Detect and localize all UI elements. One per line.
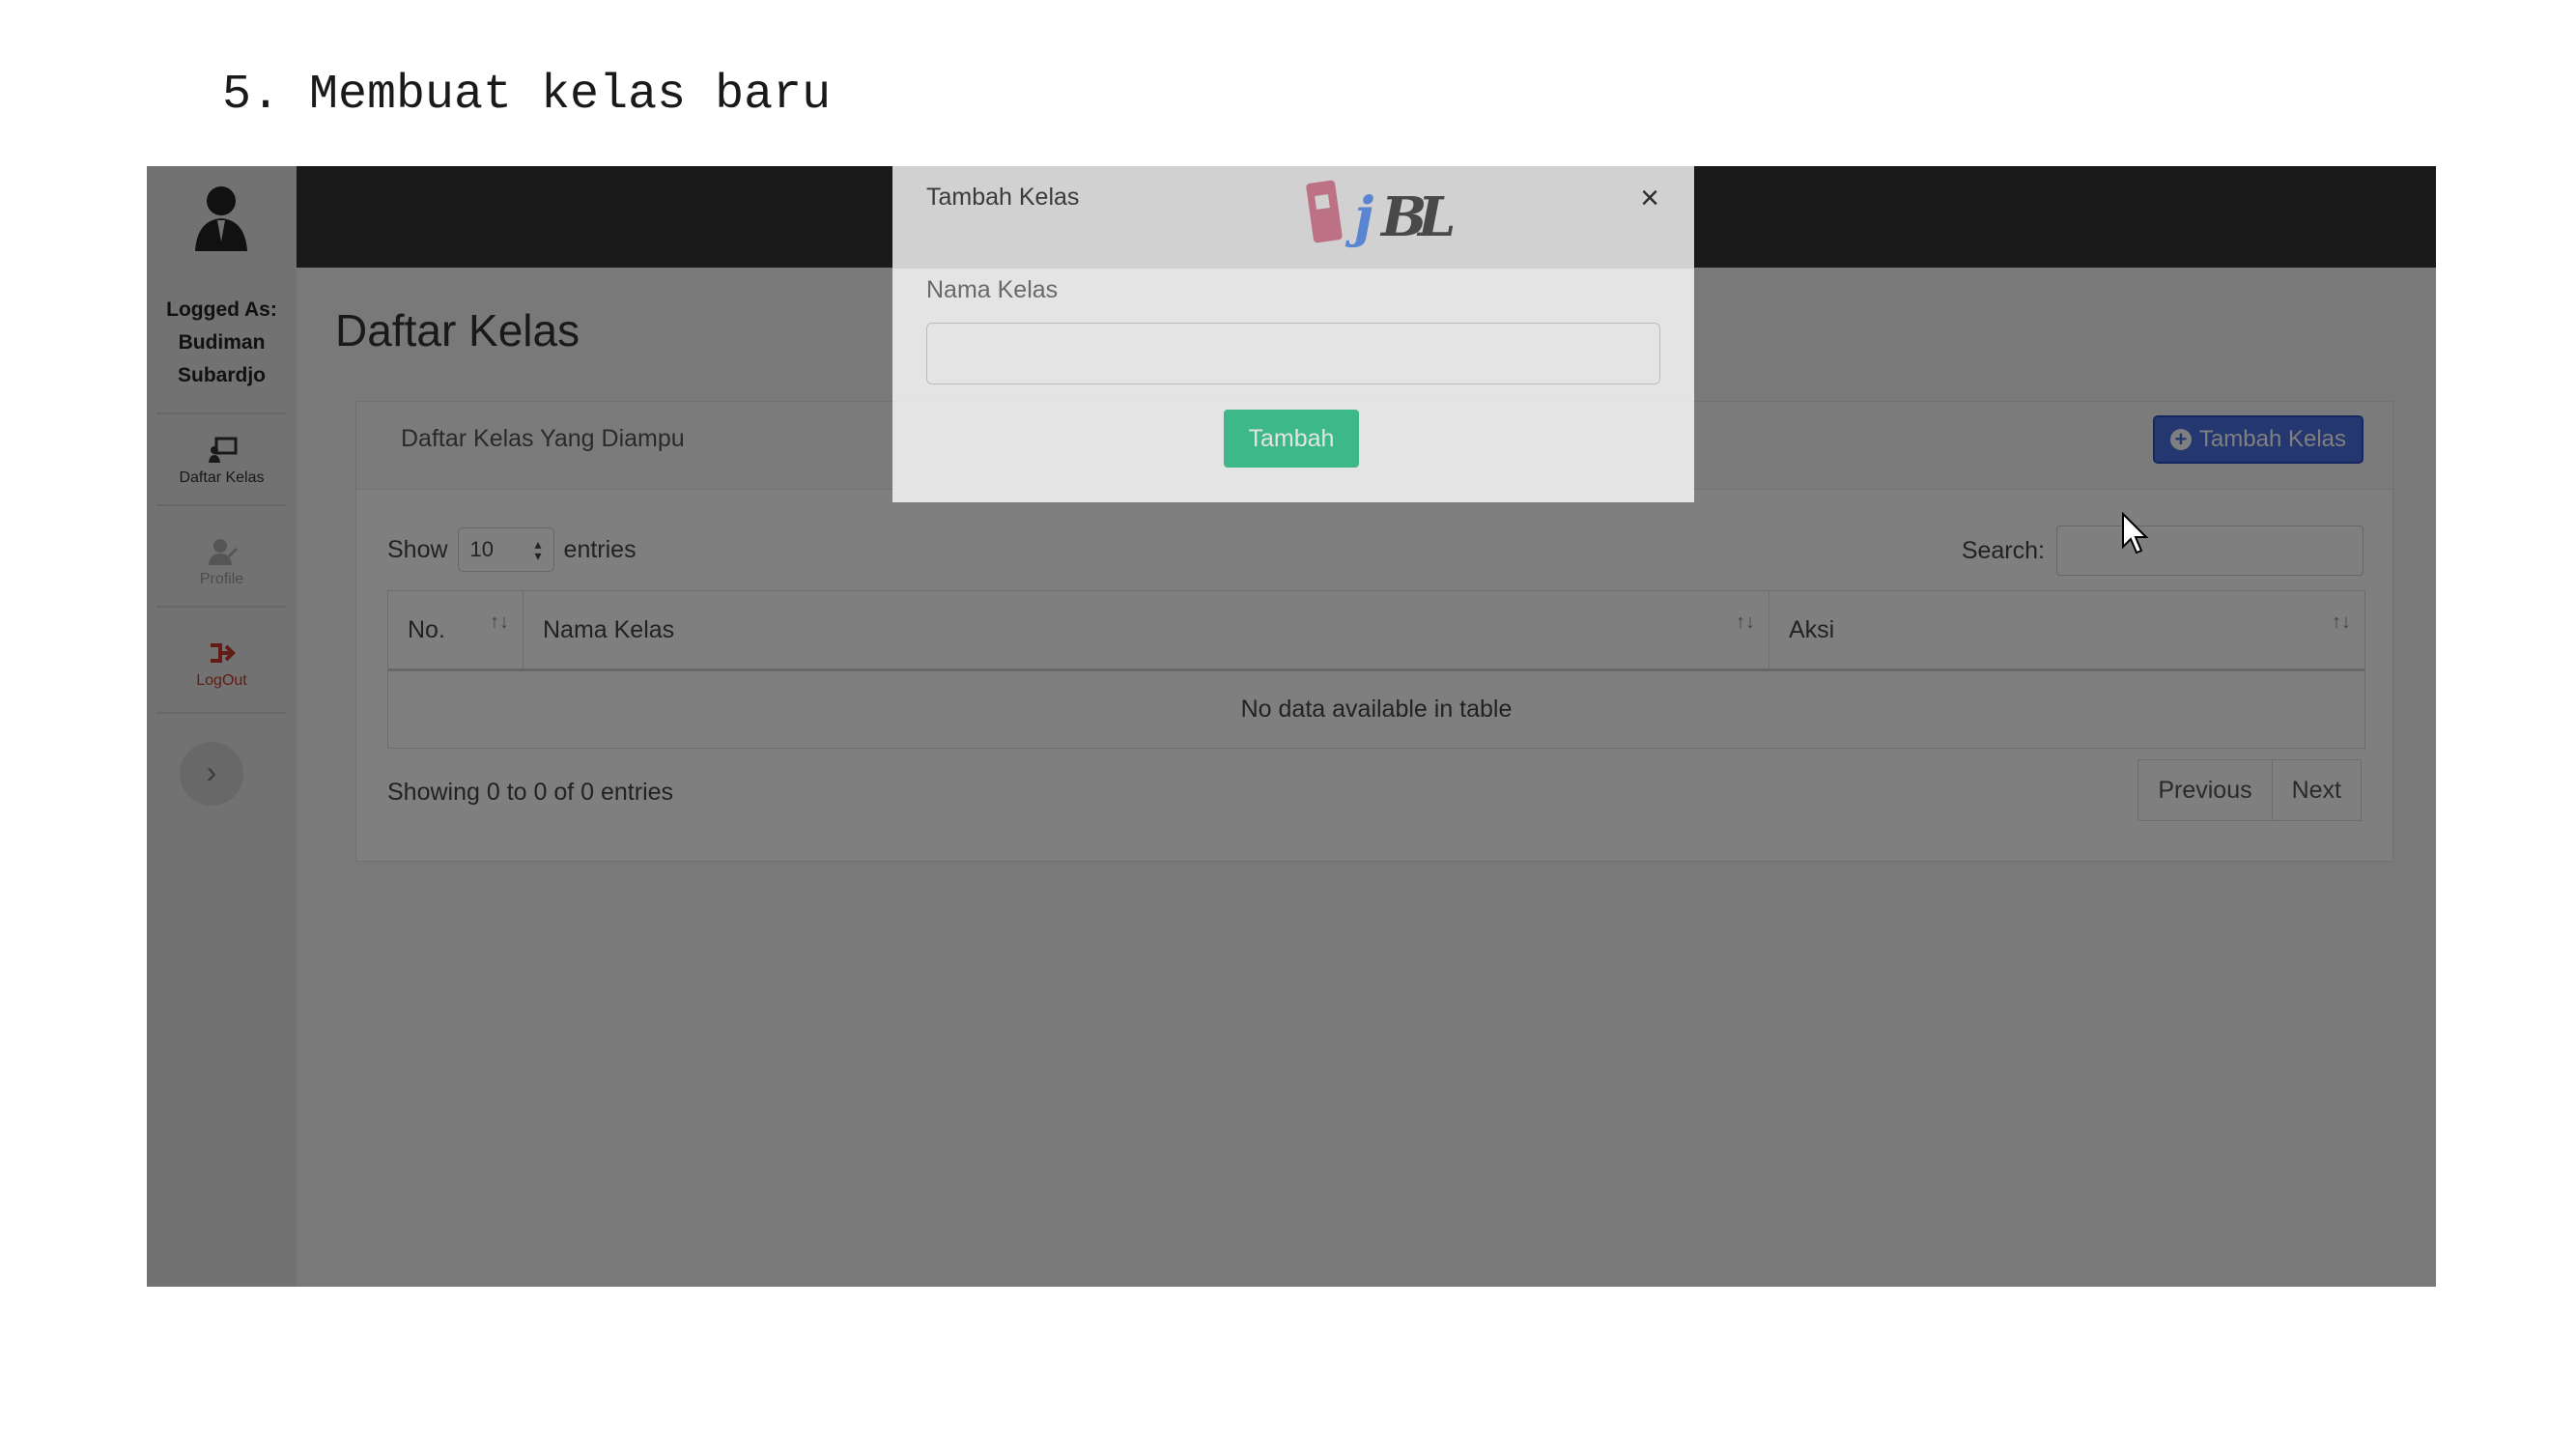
modal-title: Tambah Kelas <box>926 184 1080 211</box>
tambah-button[interactable]: Tambah <box>1224 410 1359 468</box>
nama-kelas-input[interactable] <box>926 323 1660 384</box>
add-class-modal: Tambah Kelas j B L × Nama Kelas Tambah <box>892 166 1694 502</box>
slide-caption: 5. Membuat kelas baru <box>222 68 832 123</box>
svg-text:L: L <box>1416 185 1456 249</box>
app-window: Logged As: Budiman Subardjo Daftar Kelas… <box>147 166 2436 1287</box>
mouse-cursor-icon <box>2122 512 2149 554</box>
svg-text:j: j <box>1345 185 1373 249</box>
nama-kelas-label: Nama Kelas <box>926 276 1059 303</box>
modal-close-button[interactable]: × <box>1640 180 1659 217</box>
pjbl-logo: j B L <box>1306 180 1456 249</box>
modal-header: Tambah Kelas j B L × <box>892 166 1694 269</box>
